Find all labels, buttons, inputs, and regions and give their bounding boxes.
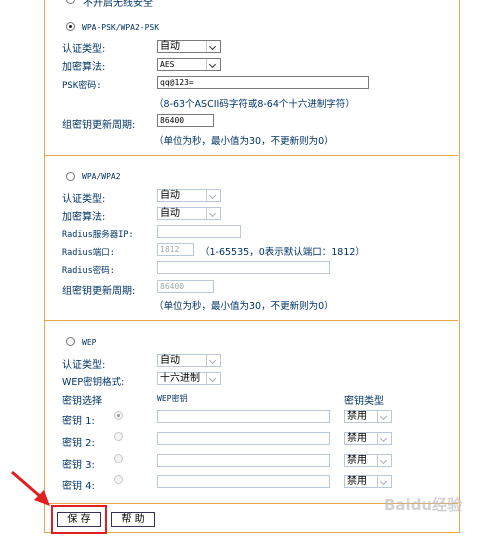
wep-key-3-type-select[interactable]: 禁用 [344, 454, 392, 467]
radio-wpa[interactable] [66, 172, 75, 181]
wpa-renew-label: 组密钥更新周期: [62, 286, 136, 297]
wep-key-2-radio[interactable] [114, 432, 123, 441]
wpa-psk-password-input[interactable]: qq@123= [157, 76, 369, 89]
chevron-down-icon [377, 433, 391, 444]
wep-auth-value: 自动 [160, 355, 180, 366]
wpa-auth-label: 认证类型: [62, 194, 106, 205]
wep-auth-select[interactable]: 自动 [157, 354, 221, 367]
wep-title: WEP [82, 338, 97, 347]
help-button[interactable]: 帮 助 [111, 512, 155, 527]
wpa-psk-enc-label: 加密算法: [62, 62, 106, 73]
wep-col-select-header: 密钥选择 [62, 396, 102, 407]
wpa-auth-value: 自动 [160, 190, 180, 201]
wep-key-2-label: 密钥 2: [62, 438, 95, 449]
wep-col-type-header: 密钥类型 [344, 396, 384, 407]
wep-key-4-input[interactable] [157, 475, 330, 488]
wpa-psk-password-hint: （8-63个ASCII码字符或8-64个十六进制字符） [154, 99, 355, 110]
wep-key-4-label: 密钥 4: [62, 481, 95, 492]
wep-key-3-input[interactable] [157, 454, 330, 467]
wpa-renew-hint: （单位为秒，最小值为30，不更新则为0） [154, 301, 334, 312]
red-arrow-icon [11, 470, 50, 506]
chevron-down-icon [206, 190, 220, 201]
wpa-psk-title: WPA-PSK/WPA2-PSK [82, 23, 160, 32]
wpa-psk-enc-select[interactable]: AES [157, 58, 221, 71]
wpa-title: WPA/WPA2 [82, 172, 121, 181]
wpa-radius-port-input[interactable]: 1812 [157, 243, 194, 256]
chevron-down-icon [377, 455, 391, 466]
chevron-down-icon [206, 41, 220, 52]
wpa-psk-renew-hint: （单位为秒，最小值为30，不更新则为0） [154, 136, 334, 147]
wep-key-1-label: 密钥 1: [62, 416, 95, 427]
wpa-radius-ip-label: Radius服务器IP: [62, 230, 134, 240]
wpa-psk-password-label: PSK密码: [62, 81, 102, 91]
wpa-enc-select[interactable]: 自动 [157, 207, 221, 220]
wep-key-2-type-select[interactable]: 禁用 [344, 432, 392, 445]
chevron-down-icon [377, 411, 391, 422]
wpa-radius-ip-input[interactable] [157, 225, 241, 238]
wpa-psk-auth-value: 自动 [160, 41, 180, 52]
wep-key-2-type-value: 禁用 [347, 433, 367, 444]
chevron-down-icon [377, 476, 391, 487]
wep-key-4-type-select[interactable]: 禁用 [344, 475, 392, 488]
wep-format-label: WEP密钥格式: [62, 377, 125, 388]
wep-key-4-type-value: 禁用 [347, 476, 367, 487]
wpa-psk-enc-value: AES [160, 60, 175, 69]
baidu-watermark: Baidu经验 [384, 496, 463, 514]
chevron-down-icon [206, 208, 220, 219]
wpa-psk-renew-label: 组密钥更新周期: [62, 120, 136, 131]
wep-key-3-label: 密钥 3: [62, 460, 95, 471]
wep-format-value: 十六进制 [160, 373, 200, 384]
section-divider [44, 155, 458, 156]
chevron-down-icon [206, 59, 220, 70]
wep-key-3-type-value: 禁用 [347, 455, 367, 466]
wep-key-1-input[interactable] [157, 410, 330, 423]
wpa-radius-password-label: Radius密码: [62, 266, 115, 276]
wep-key-1-type-select[interactable]: 禁用 [344, 410, 392, 423]
wep-key-3-radio[interactable] [114, 454, 123, 463]
option-no-security-label: 不开启无线安全 [83, 0, 153, 9]
wpa-radius-port-label: Radius端口: [62, 248, 115, 258]
radio-wpa-psk[interactable] [66, 22, 75, 31]
radio-wep[interactable] [66, 337, 75, 346]
wep-format-select[interactable]: 十六进制 [157, 372, 221, 385]
chevron-down-icon [206, 355, 220, 366]
wpa-psk-auth-select[interactable]: 自动 [157, 40, 221, 53]
wpa-radius-port-hint: （1-65535，0表示默认端口：1812） [200, 247, 365, 258]
wep-key-1-type-value: 禁用 [347, 411, 367, 422]
wpa-enc-value: 自动 [160, 208, 180, 219]
wpa-enc-label: 加密算法: [62, 212, 106, 223]
wep-col-key-header: WEP密钥 [157, 394, 188, 403]
save-highlight-box [51, 505, 107, 534]
wep-auth-label: 认证类型: [62, 360, 106, 371]
wep-key-1-radio[interactable] [114, 411, 123, 420]
wpa-psk-auth-label: 认证类型: [62, 44, 106, 55]
wpa-radius-password-input[interactable] [157, 261, 330, 274]
section-divider [44, 320, 458, 321]
wep-key-4-radio[interactable] [114, 475, 123, 484]
chevron-down-icon [206, 373, 220, 384]
wpa-auth-select[interactable]: 自动 [157, 189, 221, 202]
wep-key-2-input[interactable] [157, 432, 330, 445]
wpa-psk-renew-input[interactable]: 86400 [157, 114, 214, 127]
wpa-renew-input[interactable]: 86400 [157, 280, 214, 293]
